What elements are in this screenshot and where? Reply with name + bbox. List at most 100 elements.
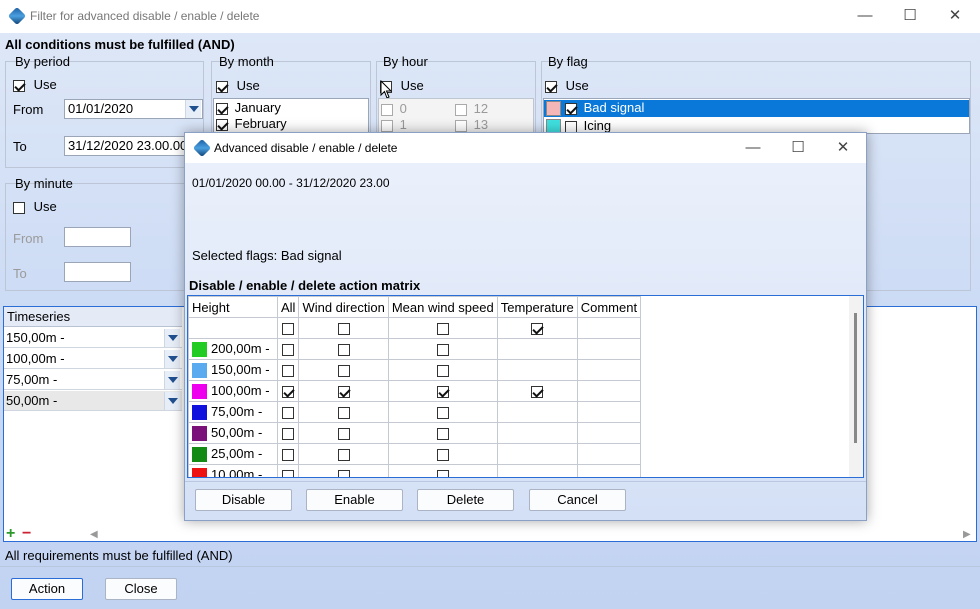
mean-wind-speed-checkbox[interactable] [436,365,449,378]
comment-cell[interactable] [576,317,642,339]
main-titlebar[interactable]: Filter for advanced disable / enable / d… [0,0,980,33]
comment-cell[interactable] [576,359,642,381]
matrix-scroll-thumb[interactable] [854,313,857,443]
hour-item-0[interactable]: 0 [381,101,407,116]
wind-direction-checkbox[interactable] [337,470,350,477]
month-use-checkbox[interactable] [216,80,228,93]
hour-item-12[interactable]: 12 [455,101,488,116]
delete-button[interactable]: Delete [417,489,514,511]
minute-to-input[interactable] [64,262,131,282]
disable-button[interactable]: Disable [195,489,292,511]
mean-wind-speed-checkbox[interactable] [436,407,449,420]
all-checkbox[interactable] [282,449,295,462]
temperature-checkbox[interactable] [531,386,544,399]
month-list[interactable]: January February [213,98,369,134]
wind-direction-checkbox[interactable] [337,323,350,336]
minute-use-row[interactable]: Use [13,199,57,214]
all-checkbox[interactable] [282,470,295,477]
period-from-input[interactable]: 01/01/2020 [64,99,203,119]
chevron-down-icon[interactable] [164,329,180,347]
hour-item-13[interactable]: 13 [455,117,488,132]
matrix-cell [276,422,300,444]
flag-icing-checkbox[interactable] [565,120,577,133]
chevron-down-icon[interactable] [164,392,180,410]
mean-wind-speed-checkbox[interactable] [436,449,449,462]
flag-item-bad-signal[interactable]: Bad signal [544,100,969,117]
wind-direction-checkbox[interactable] [337,449,350,462]
flag-use-checkbox[interactable] [545,80,557,93]
dialog-minimize-icon[interactable]: — [730,133,776,163]
comment-cell[interactable] [576,422,642,444]
timeseries-row-label: 100,00m - [6,351,65,366]
close-icon[interactable]: ✕ [932,1,978,31]
scroll-left-icon[interactable]: ◀ [90,529,100,541]
comment-cell[interactable] [576,464,642,477]
action-button[interactable]: Action [11,578,83,600]
month-item-february[interactable]: February [216,116,287,131]
hour-1-checkbox[interactable] [381,119,393,132]
period-use-checkbox[interactable] [13,79,25,92]
month-use-row[interactable]: Use [216,78,260,93]
hour-0-checkbox[interactable] [381,103,393,116]
cancel-button[interactable]: Cancel [529,489,626,511]
hour-13-checkbox[interactable] [455,119,467,132]
timeseries-row[interactable]: 75,00m - [4,370,182,390]
table-row: 10,00m - [188,464,642,477]
timeseries-row[interactable]: 50,00m - [4,391,182,411]
month-item-january[interactable]: January [216,100,281,115]
chevron-down-icon[interactable] [164,371,180,389]
comment-cell[interactable] [576,380,642,402]
wind-direction-checkbox[interactable] [337,407,350,420]
wind-direction-checkbox[interactable] [337,386,350,399]
close-button[interactable]: Close [105,578,177,600]
timeseries-row[interactable]: 150,00m - [4,328,182,348]
mean-wind-speed-checkbox[interactable] [436,428,449,441]
mean-wind-speed-checkbox[interactable] [436,344,449,357]
all-checkbox[interactable] [282,428,295,441]
flag-list[interactable]: Bad signal Icing [543,98,970,134]
period-to-input[interactable]: 31/12/2020 23.00.00 [64,136,203,156]
mean-wind-speed-checkbox[interactable] [436,386,449,399]
matrix-scrollbar[interactable] [849,296,863,477]
all-checkbox[interactable] [282,407,295,420]
table-row: 25,00m - [188,443,642,465]
enable-button[interactable]: Enable [306,489,403,511]
dialog-maximize-icon[interactable]: ☐ [775,133,821,163]
month-february-checkbox[interactable] [216,118,228,131]
comment-cell[interactable] [576,443,642,465]
remove-icon[interactable]: − [22,526,36,542]
dialog-titlebar[interactable]: Advanced disable / enable / delete — ☐ ✕ [185,133,866,163]
flag-use-row[interactable]: Use [545,78,589,93]
add-icon[interactable]: + [6,526,20,542]
all-checkbox[interactable] [282,386,295,399]
hour-12-checkbox[interactable] [455,103,467,116]
minute-from-input[interactable] [64,227,131,247]
all-checkbox[interactable] [282,344,295,357]
period-use-row[interactable]: Use [13,77,57,92]
minimize-icon[interactable]: — [842,1,888,31]
minute-use-checkbox[interactable] [13,201,25,214]
chevron-down-icon[interactable] [185,100,201,118]
wind-direction-checkbox[interactable] [337,365,350,378]
maximize-icon[interactable]: ☐ [887,1,933,31]
mean-wind-speed-checkbox[interactable] [436,323,449,336]
comment-cell[interactable] [576,401,642,423]
wind-direction-checkbox[interactable] [337,344,350,357]
mean-wind-speed-checkbox[interactable] [436,470,449,477]
all-checkbox[interactable] [282,323,295,336]
wind-direction-checkbox[interactable] [337,428,350,441]
all-checkbox[interactable] [282,365,295,378]
matrix-cell [298,464,389,477]
temperature-checkbox[interactable] [531,323,544,336]
month-january-checkbox[interactable] [216,102,228,115]
table-row: 100,00m - [188,380,642,402]
flag-bad-signal-checkbox[interactable] [565,102,577,115]
timeseries-row[interactable]: 100,00m - [4,349,182,369]
advanced-dialog: Advanced disable / enable / delete — ☐ ✕… [184,132,867,521]
scroll-right-icon[interactable]: ▶ [963,529,973,541]
dialog-close-icon[interactable]: ✕ [820,133,866,163]
chevron-down-icon[interactable] [164,350,180,368]
hour-item-1[interactable]: 1 [381,117,407,132]
comment-cell[interactable] [576,338,642,360]
hour-list[interactable]: 0 12 1 13 [378,98,534,134]
